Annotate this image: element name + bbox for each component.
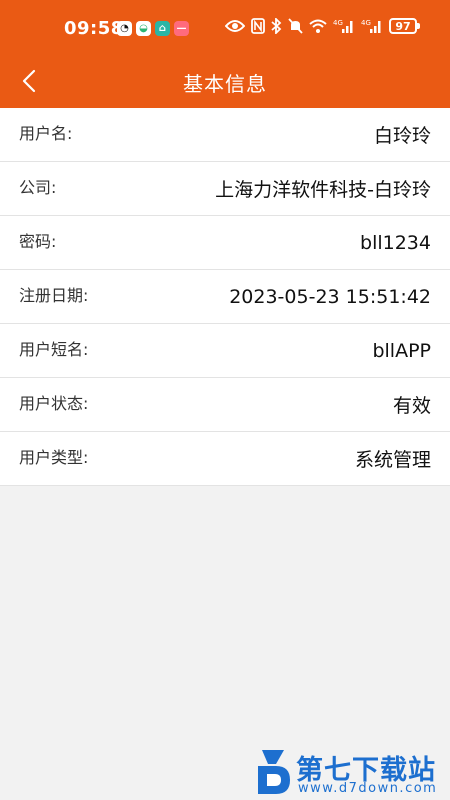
mute-bell-icon: [288, 18, 303, 34]
info-value: bll1234: [360, 231, 431, 254]
page-title: 基本信息: [183, 72, 267, 96]
status-bar: 09:58 ◔ ◒ ⌂ — 4G 4G 97: [0, 0, 450, 54]
info-value: bllAPP: [372, 339, 431, 362]
info-label: 注册日期:: [19, 285, 89, 305]
signal-icon-2: 4G: [361, 18, 383, 34]
info-label: 密码:: [19, 231, 57, 251]
battery-icon: 97: [389, 18, 420, 34]
svg-text:4G: 4G: [333, 19, 343, 27]
system-icons: 4G 4G 97: [225, 18, 420, 34]
info-label: 用户状态:: [19, 393, 89, 413]
screen: 09:58 ◔ ◒ ⌂ — 4G 4G 97 基本信息 用户名: 白玲玲 公司:…: [0, 0, 450, 800]
info-value: 白玲玲: [373, 125, 431, 147]
info-value: 有效: [392, 395, 431, 417]
info-row-user-status: 用户状态: 有效: [0, 378, 450, 432]
svg-text:4G: 4G: [361, 19, 371, 27]
app-icon: —: [174, 21, 189, 36]
status-time: 09:58: [64, 18, 124, 39]
watermark-url: www.d7down.com: [298, 781, 438, 796]
qq-icon: ◔: [117, 21, 132, 36]
notification-icons: ◔ ◒ ⌂ —: [117, 21, 189, 36]
info-list: 用户名: 白玲玲 公司: 上海力洋软件科技-白玲玲 密码: bll1234 注册…: [0, 108, 450, 486]
info-row-company: 公司: 上海力洋软件科技-白玲玲: [0, 162, 450, 216]
d7-logo-icon: [258, 750, 290, 794]
wifi-icon: [309, 19, 327, 33]
bluetooth-icon: [271, 18, 282, 34]
info-value: 2023-05-23 15:51:42: [229, 285, 431, 308]
info-label: 用户名:: [19, 123, 73, 143]
info-label: 公司:: [19, 177, 57, 197]
eye-icon: [225, 19, 245, 33]
info-value: 上海力洋软件科技-白玲玲: [215, 179, 431, 201]
nfc-icon: [251, 18, 265, 34]
watermark: 第七下载站 www.d7down.com: [254, 748, 444, 798]
info-label: 用户类型:: [19, 447, 89, 467]
info-row-password: 密码: bll1234: [0, 216, 450, 270]
info-row-user-type: 用户类型: 系统管理: [0, 432, 450, 486]
signal-icon-1: 4G: [333, 18, 355, 34]
info-row-register-date: 注册日期: 2023-05-23 15:51:42: [0, 270, 450, 324]
home-icon: ⌂: [155, 21, 170, 36]
info-row-short-name: 用户短名: bllAPP: [0, 324, 450, 378]
nav-bar: 基本信息: [0, 54, 450, 108]
message-icon: ◒: [136, 21, 151, 36]
info-row-username: 用户名: 白玲玲: [0, 108, 450, 162]
info-label: 用户短名:: [19, 339, 89, 359]
info-value: 系统管理: [354, 449, 431, 471]
